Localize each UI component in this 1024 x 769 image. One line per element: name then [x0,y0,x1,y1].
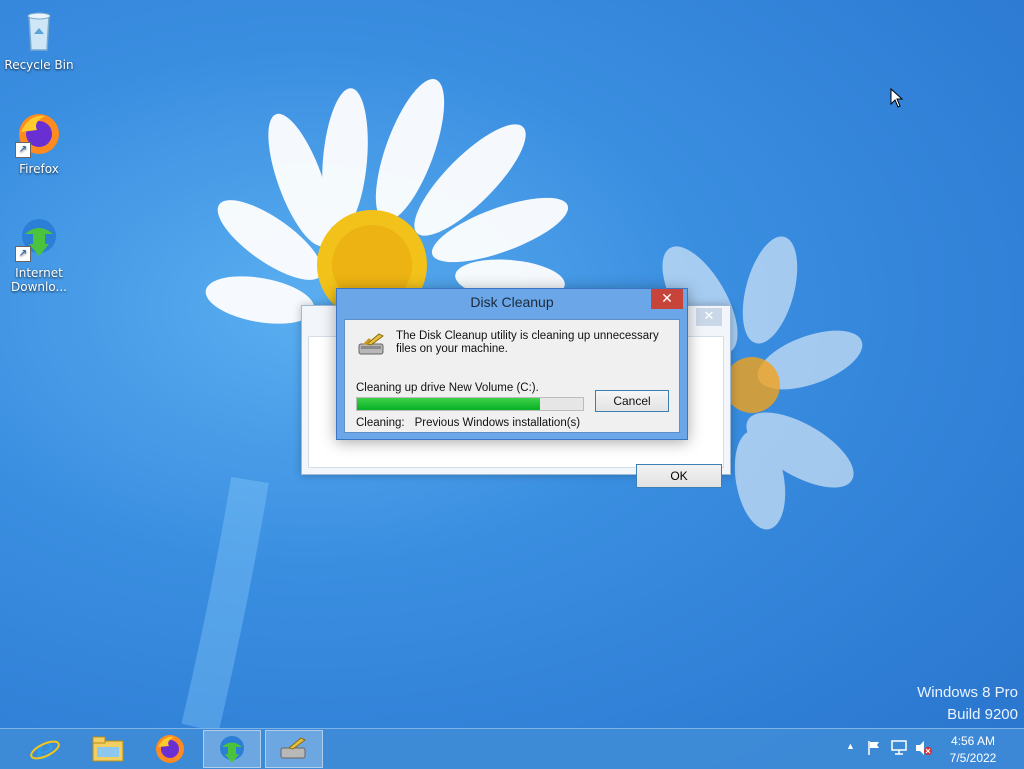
desktop-icon-firefox[interactable]: ↗ Firefox [1,110,77,176]
desktop-icon-label: Recycle Bin [4,58,74,72]
recycle-bin-icon [15,6,63,54]
progress-bar-fill [357,398,541,410]
dialog-message: The Disk Cleanup utility is cleaning up … [396,330,659,355]
internet-download-manager-icon: ↗ [15,214,63,262]
taskbar-disk-cleanup[interactable] [265,730,323,768]
cleanup-status: Cleaning up drive New Volume (C:). [356,382,539,394]
progress-bar [356,397,584,411]
network-icon[interactable] [890,740,908,756]
firefox-icon: ↗ [15,110,63,158]
svg-text:e: e [36,733,54,765]
dialog-title: Disk Cleanup [470,294,554,310]
mouse-cursor-icon [890,88,904,108]
cleaning-label: Cleaning: [356,417,405,429]
cancel-button[interactable]: Cancel [595,390,669,412]
cleaning-item: Cleaning: Previous Windows installation(s… [356,417,580,429]
desktop-icon-internet-download-manager[interactable]: ↗ Internet Downlo... [1,214,77,294]
shortcut-arrow-icon: ↗ [15,142,31,158]
clock-date: 7/5/2022 [949,751,997,765]
clock-time: 4:56 AM [950,734,996,748]
ok-button[interactable]: OK [636,464,722,488]
desktop-icon-recycle-bin[interactable]: Recycle Bin [1,6,77,72]
dialog-close-button[interactable]: ✕ [651,289,683,309]
dialog-body: The Disk Cleanup utility is cleaning up … [344,319,680,433]
firefox-icon [156,735,184,763]
taskbar-file-explorer[interactable] [79,730,137,768]
action-center-flag-icon[interactable] [866,740,882,756]
internet-download-manager-icon [220,736,244,763]
desktop-icon-label: Internet Downlo... [11,266,67,294]
internet-explorer-icon: e [30,733,60,765]
volume-muted-icon[interactable] [914,740,932,756]
watermark-edition: Windows 8 Pro [917,684,1018,701]
disk-cleanup-icon [357,332,387,358]
show-hidden-icons-button[interactable]: ▲ [846,741,855,751]
shortcut-arrow-icon: ↗ [15,246,31,262]
taskbar: e ▲ 4:56 AM 7/5/2022 [0,728,1024,769]
background-window-close-button[interactable]: ✕ [696,308,722,326]
file-explorer-icon [92,736,124,762]
cleaning-value: Previous Windows installation(s) [414,417,581,429]
desktop-icon-label: Firefox [19,162,59,176]
disk-cleanup-icon [280,737,306,759]
taskbar-internet-explorer[interactable]: e [16,730,74,768]
disk-cleanup-dialog[interactable]: Disk Cleanup ✕ The Disk Cleanup utility … [336,288,688,440]
windows-watermark: Windows 8 Pro Build 9200 [917,682,1018,726]
watermark-build: Build 9200 [947,706,1018,723]
taskbar-firefox[interactable] [141,730,199,768]
taskbar-internet-download-manager[interactable] [203,730,261,768]
taskbar-clock[interactable]: 4:56 AM 7/5/2022 [943,733,1003,767]
